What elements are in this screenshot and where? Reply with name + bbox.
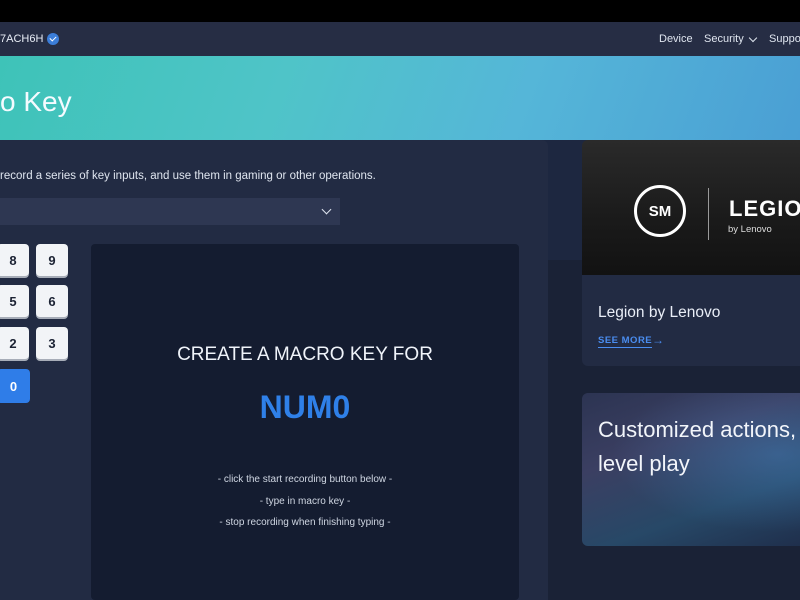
nav-security-label: Security [704, 33, 744, 45]
user-badge[interactable]: 7ACH6H [0, 22, 60, 56]
by-lenovo-label: by Lenovo [728, 224, 772, 235]
legion-logo: LEGIO [729, 196, 800, 221]
instruction-3: - stop recording when finishing typing - [219, 517, 391, 528]
key-num5[interactable]: 5 [0, 285, 29, 317]
nav-support[interactable]: Suppo [769, 22, 800, 56]
tsm-logo: SM [634, 185, 686, 237]
arrow-right-icon[interactable]: → [652, 334, 664, 346]
key-num3[interactable]: 3 [36, 327, 68, 359]
customized-actions-text: Customized actions, level play [598, 413, 796, 481]
hero-banner [0, 56, 800, 140]
legion-promo-card[interactable]: SM LEGIO by Lenovo Legion by Lenovo SEE … [582, 140, 800, 366]
macro-panel: CREATE A MACRO KEY FOR NUM0 - click the … [91, 244, 519, 600]
macro-key-name: NUM0 [259, 389, 351, 425]
key-num0[interactable]: 0 [0, 369, 30, 403]
profile-select[interactable] [0, 198, 340, 225]
key-num2[interactable]: 2 [0, 327, 29, 359]
logo-divider [708, 188, 709, 240]
nav-security[interactable]: Security [704, 22, 757, 56]
nav-device-label: Device [659, 33, 693, 45]
chevron-down-icon [748, 33, 757, 42]
see-more-link[interactable]: SEE MORE [598, 335, 653, 348]
nav-support-label: Suppo [769, 33, 800, 45]
username: 7ACH6H [0, 33, 44, 45]
customized-actions-card[interactable]: Customized actions, level play [582, 393, 800, 546]
key-num6[interactable]: 6 [36, 285, 68, 317]
legion-card-title: Legion by Lenovo [598, 304, 721, 321]
window-top-strip [0, 0, 800, 22]
card2-line2: level play [598, 451, 690, 476]
page-title: o Key [0, 86, 72, 117]
legion-promo-image: SM LEGIO by Lenovo [582, 140, 800, 275]
macro-heading: CREATE A MACRO KEY FOR [177, 344, 433, 365]
key-num8[interactable]: 8 [0, 244, 29, 276]
nav-device[interactable]: Device [659, 22, 693, 56]
macro-description: record a series of key inputs, and use t… [0, 170, 376, 182]
macro-key-card: record a series of key inputs, and use t… [0, 140, 548, 600]
chevron-down-icon [321, 204, 332, 215]
card2-line1: Customized actions, [598, 417, 797, 442]
top-navbar: 7ACH6H Device Security Suppo [0, 22, 800, 56]
verified-check-icon [47, 33, 60, 45]
instruction-1: - click the start recording button below… [217, 474, 393, 485]
instruction-2: - type in macro key - [259, 496, 351, 507]
key-num9[interactable]: 9 [36, 244, 68, 276]
